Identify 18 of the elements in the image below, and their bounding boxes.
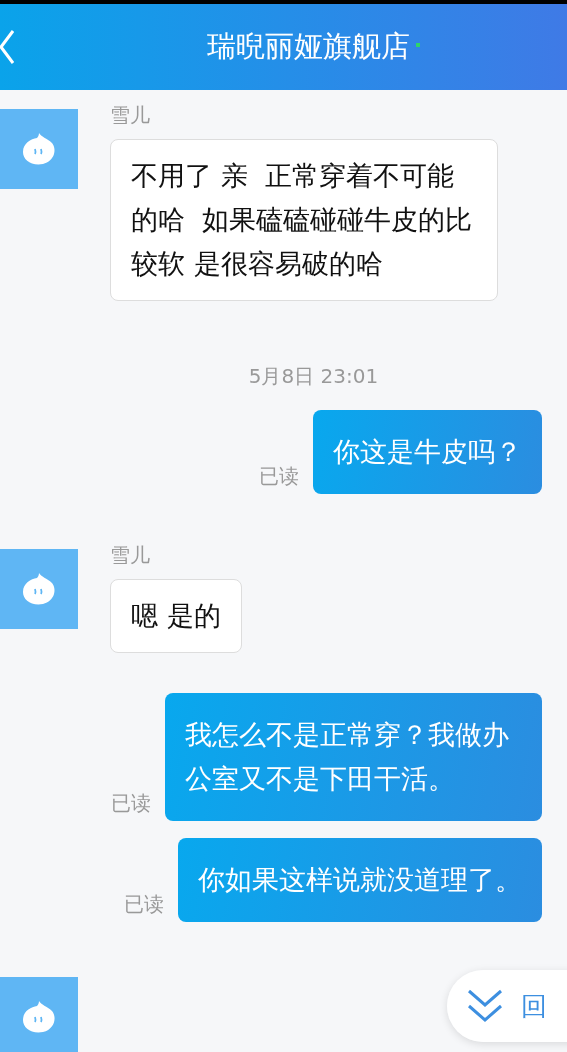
chat-title: 瑞晲丽娅旗舰店 xyxy=(207,28,410,65)
sender-name: 雪儿 xyxy=(110,103,150,127)
double-chevron-down-icon xyxy=(467,989,503,1023)
timestamp: 5月8日 23:01 xyxy=(248,363,379,390)
message-bubble: 不用了 亲 正常穿着不可能的哈 如果磕磕碰碰牛皮的比较软 是很容易破的哈 xyxy=(110,139,498,301)
message-bubble: 你这是牛皮吗？ xyxy=(313,410,542,494)
message-bubble: 你如果这样说就没道理了。 xyxy=(178,838,542,922)
message-bubble: 嗯 是的 xyxy=(110,579,242,653)
read-status: 已读 xyxy=(110,790,151,817)
read-status: 已读 xyxy=(259,463,299,490)
avatar[interactable] xyxy=(0,549,78,629)
avatar[interactable] xyxy=(0,977,78,1052)
back-icon[interactable] xyxy=(0,30,14,64)
avatar[interactable] xyxy=(0,109,78,189)
message-bubble: 我怎么不是正常穿？我做办公室又不是下田干活。 xyxy=(164,693,542,821)
jump-to-latest-button[interactable]: 回 xyxy=(447,970,567,1042)
sender-name: 雪儿 xyxy=(110,543,150,567)
read-status: 已读 xyxy=(124,891,164,918)
